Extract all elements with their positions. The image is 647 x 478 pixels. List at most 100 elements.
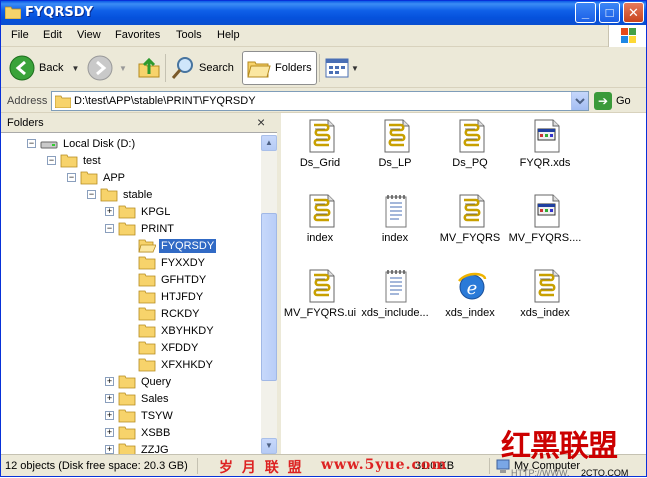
file-item[interactable]: index — [356, 190, 434, 260]
folders-close-button[interactable]: × — [257, 114, 265, 130]
go-button[interactable]: ➔ Go — [594, 92, 631, 110]
tree-item-label: XSBB — [141, 426, 171, 439]
back-dropdown-icon[interactable]: ▼ — [71, 64, 79, 73]
tree-item[interactable]: + XSBB — [105, 424, 172, 441]
windows-logo-icon — [608, 25, 646, 47]
chevron-down-icon — [575, 98, 585, 105]
scroll-down-icon[interactable]: ▼ — [261, 438, 277, 454]
views-button[interactable]: ▼ — [325, 51, 359, 85]
expand-icon[interactable]: + — [105, 377, 114, 386]
tree-item[interactable]: XBYHKDY — [138, 322, 216, 339]
file-label: xds_index — [520, 307, 570, 319]
collapse-icon[interactable]: − — [27, 139, 36, 148]
tree-item[interactable]: − stable — [87, 186, 154, 203]
file-label: index — [306, 232, 334, 244]
views-dropdown-icon[interactable]: ▼ — [351, 64, 359, 73]
address-dropdown-button[interactable] — [571, 92, 588, 110]
drive-icon — [40, 137, 58, 151]
file-item[interactable]: MV_FYQRS — [431, 190, 509, 260]
tree-item[interactable]: − APP — [67, 169, 127, 186]
collapse-icon[interactable]: − — [47, 156, 56, 165]
minimize-button[interactable]: _ — [575, 2, 596, 23]
expand-icon[interactable]: + — [105, 428, 114, 437]
script-icon — [382, 119, 412, 153]
file-item[interactable]: Ds_LP — [356, 115, 434, 185]
tree-item[interactable]: − test — [47, 152, 103, 169]
file-item[interactable]: MV_FYQRS.ui — [281, 265, 359, 335]
toolbar-separator — [165, 54, 166, 82]
file-item[interactable]: index — [281, 190, 359, 260]
address-bar: Address D:\test\APP\stable\PRINT\FYQRSDY… — [1, 89, 646, 113]
file-item[interactable]: Ds_Grid — [281, 115, 359, 185]
expand-icon[interactable]: + — [105, 445, 114, 454]
scroll-thumb[interactable] — [261, 213, 277, 381]
search-label: Search — [199, 62, 234, 74]
collapse-icon[interactable]: − — [67, 173, 76, 182]
close-button[interactable]: ✕ — [623, 2, 644, 23]
files-pane: Ds_Grid Ds_LP Ds_PQ FYQR.xds index index MV_FY… — [281, 113, 646, 454]
tree-item[interactable]: + TSYW — [105, 407, 175, 424]
title-bar[interactable]: FYQRSDY _ □ ✕ — [1, 1, 646, 25]
tree-item[interactable]: − PRINT — [105, 220, 176, 237]
tree-item[interactable]: + ZZJG — [105, 441, 171, 454]
folder-icon — [55, 95, 71, 108]
tree-item[interactable]: FYXXDY — [138, 254, 207, 271]
menu-favorites[interactable]: Favorites — [115, 29, 160, 41]
file-item[interactable]: xds_index — [506, 265, 584, 335]
folder-icon — [138, 255, 156, 270]
expand-icon[interactable]: + — [105, 394, 114, 403]
folder-tree-scrollbar[interactable]: ▲ ▼ — [261, 135, 277, 454]
maximize-icon: □ — [605, 5, 614, 20]
address-input[interactable]: D:\test\APP\stable\PRINT\FYQRSDY — [51, 91, 589, 111]
tree-item-label: GFHTDY — [161, 273, 207, 286]
tree-item-label: Query — [141, 375, 171, 388]
folders-button[interactable]: Folders — [242, 51, 317, 85]
tree-item[interactable]: XFDDY — [138, 339, 200, 356]
back-label: Back — [39, 62, 64, 74]
status-divider — [197, 458, 198, 474]
search-icon — [171, 57, 193, 79]
tree-item-label: FYQRSDY — [159, 238, 217, 253]
expand-icon[interactable]: + — [105, 411, 114, 420]
menu-view[interactable]: View — [77, 29, 101, 41]
collapse-icon[interactable]: − — [105, 224, 114, 233]
forward-dropdown-icon[interactable]: ▼ — [119, 64, 127, 73]
file-label: xds_index — [445, 307, 495, 319]
folder-icon — [138, 306, 156, 321]
tree-item[interactable]: + Query — [105, 373, 173, 390]
up-folder-button[interactable] — [137, 51, 161, 85]
tree-item[interactable]: + KPGL — [105, 203, 172, 220]
forward-button[interactable]: ▼ — [87, 51, 127, 85]
tree-item[interactable]: GFHTDY — [138, 271, 208, 288]
file-item[interactable]: FYQR.xds — [506, 115, 584, 185]
collapse-icon[interactable]: − — [87, 190, 96, 199]
folder-icon — [60, 153, 78, 168]
maximize-button[interactable]: □ — [599, 2, 620, 23]
menu-file[interactable]: File — [11, 29, 29, 41]
back-button[interactable]: Back ▼ — [9, 51, 79, 85]
script-icon — [457, 194, 487, 228]
tree-item[interactable]: HTJFDY — [138, 288, 205, 305]
file-item[interactable]: MV_FYQRS.... — [506, 190, 584, 260]
tree-item[interactable]: RCKDY — [138, 305, 202, 322]
menu-tools[interactable]: Tools — [176, 29, 202, 41]
file-item[interactable]: e xds_index — [431, 265, 509, 335]
folder-icon — [138, 289, 156, 304]
address-path: D:\test\APP\stable\PRINT\FYQRSDY — [74, 95, 256, 107]
search-button[interactable]: Search — [171, 51, 234, 85]
tree-item[interactable]: + Sales — [105, 390, 171, 407]
script-icon — [532, 269, 562, 303]
svg-text:e: e — [467, 278, 478, 299]
scroll-up-icon[interactable]: ▲ — [261, 135, 277, 151]
expand-icon[interactable]: + — [105, 207, 114, 216]
file-item[interactable]: Ds_PQ — [431, 115, 509, 185]
menu-help[interactable]: Help — [217, 29, 240, 41]
tree-item[interactable]: − Local Disk (D:) — [27, 135, 137, 152]
tree-item-label: stable — [123, 188, 153, 201]
explorer-window: FYQRSDY _ □ ✕ File Edit View Favorites T… — [0, 0, 647, 478]
file-item[interactable]: xds_include... — [356, 265, 434, 335]
tree-item[interactable]: FYQRSDY — [138, 237, 217, 254]
menu-edit[interactable]: Edit — [43, 29, 62, 41]
tree-item[interactable]: XFXHKDY — [138, 356, 215, 373]
menu-bar: File Edit View Favorites Tools Help — [1, 25, 646, 47]
